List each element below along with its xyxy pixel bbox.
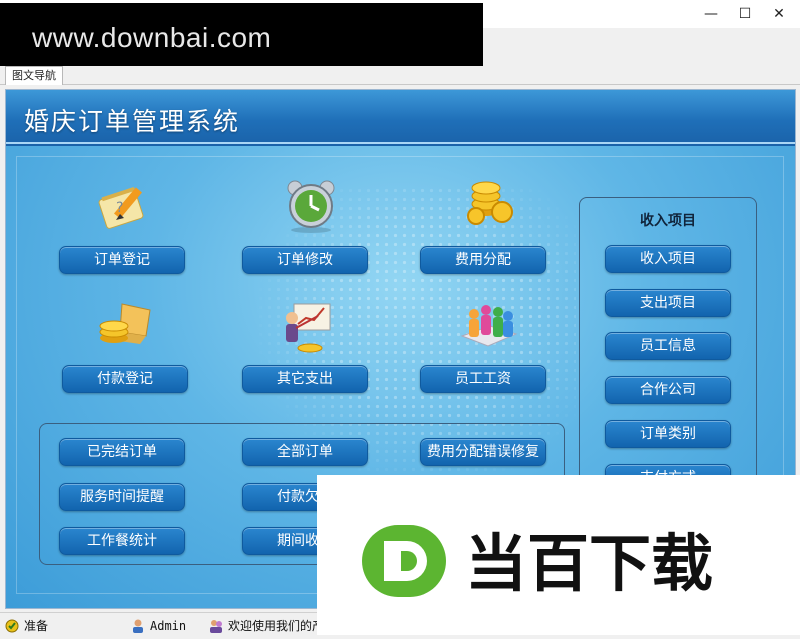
svg-text:?: ? [116,200,123,216]
btn-payment-register[interactable]: 付款登记 [62,365,188,393]
watermark-brand: 当百下载 [465,527,713,600]
btn-cost-allocation[interactable]: 费用分配 [420,246,546,274]
maximize-icon[interactable]: ☐ [728,0,762,28]
btn-partner-company[interactable]: 合作公司 [605,376,731,404]
notepad-pencil-icon[interactable]: ? [94,176,158,234]
btn-service-reminder[interactable]: 服务时间提醒 [59,483,185,511]
btn-order-category[interactable]: 订单类别 [605,420,731,448]
minimize-icon[interactable]: — [694,0,728,28]
people-group-icon[interactable] [456,296,520,354]
tab-strip: 图文导航 [0,66,800,85]
btn-completed-orders[interactable]: 已完结订单 [59,438,185,466]
presentation-chart-icon[interactable] [274,298,338,356]
status-user-label: Admin [150,618,187,633]
user-icon [133,619,143,633]
status-ready: 准备 [4,613,48,638]
btn-fix-allocation[interactable]: 费用分配错误修复 [420,438,546,466]
side-panel-title: 收入项目 [640,213,696,229]
status-welcome-label: 欢迎使用我们的产 [228,619,325,633]
tab-nav[interactable]: 图文导航 [5,66,63,85]
status-user: Admin [130,613,186,638]
watermark-logo: 当百下载 [317,475,800,635]
app-header: 婚庆订单管理系统 [6,90,795,146]
watermark-logo-graphic: 当百下载 [362,525,713,600]
watermark-banner: www.downbai.com [0,3,483,73]
app-title: 婚庆订单管理系统 [24,107,241,136]
btn-expense-items[interactable]: 支出项目 [605,289,731,317]
status-ready-icon [5,619,19,632]
btn-staff-salary[interactable]: 员工工资 [420,365,546,393]
btn-staff-info[interactable]: 员工信息 [605,332,731,360]
close-icon[interactable]: ✕ [762,0,796,28]
header-divider [6,142,795,144]
status-welcome: 欢迎使用我们的产 [208,613,324,638]
gold-coins-icon[interactable] [456,170,520,228]
alarm-clock-icon[interactable] [279,176,343,234]
btn-order-modify[interactable]: 订单修改 [242,246,368,274]
btn-other-expense[interactable]: 其它支出 [242,365,368,393]
btn-income-items[interactable]: 收入项目 [605,245,731,273]
laptop-coins-icon[interactable] [92,296,156,354]
users-icon [210,619,222,633]
btn-order-register[interactable]: 订单登记 [59,246,185,274]
status-ready-label: 准备 [24,619,49,633]
btn-all-orders[interactable]: 全部订单 [242,438,368,466]
btn-meal-stats[interactable]: 工作餐统计 [59,527,185,555]
